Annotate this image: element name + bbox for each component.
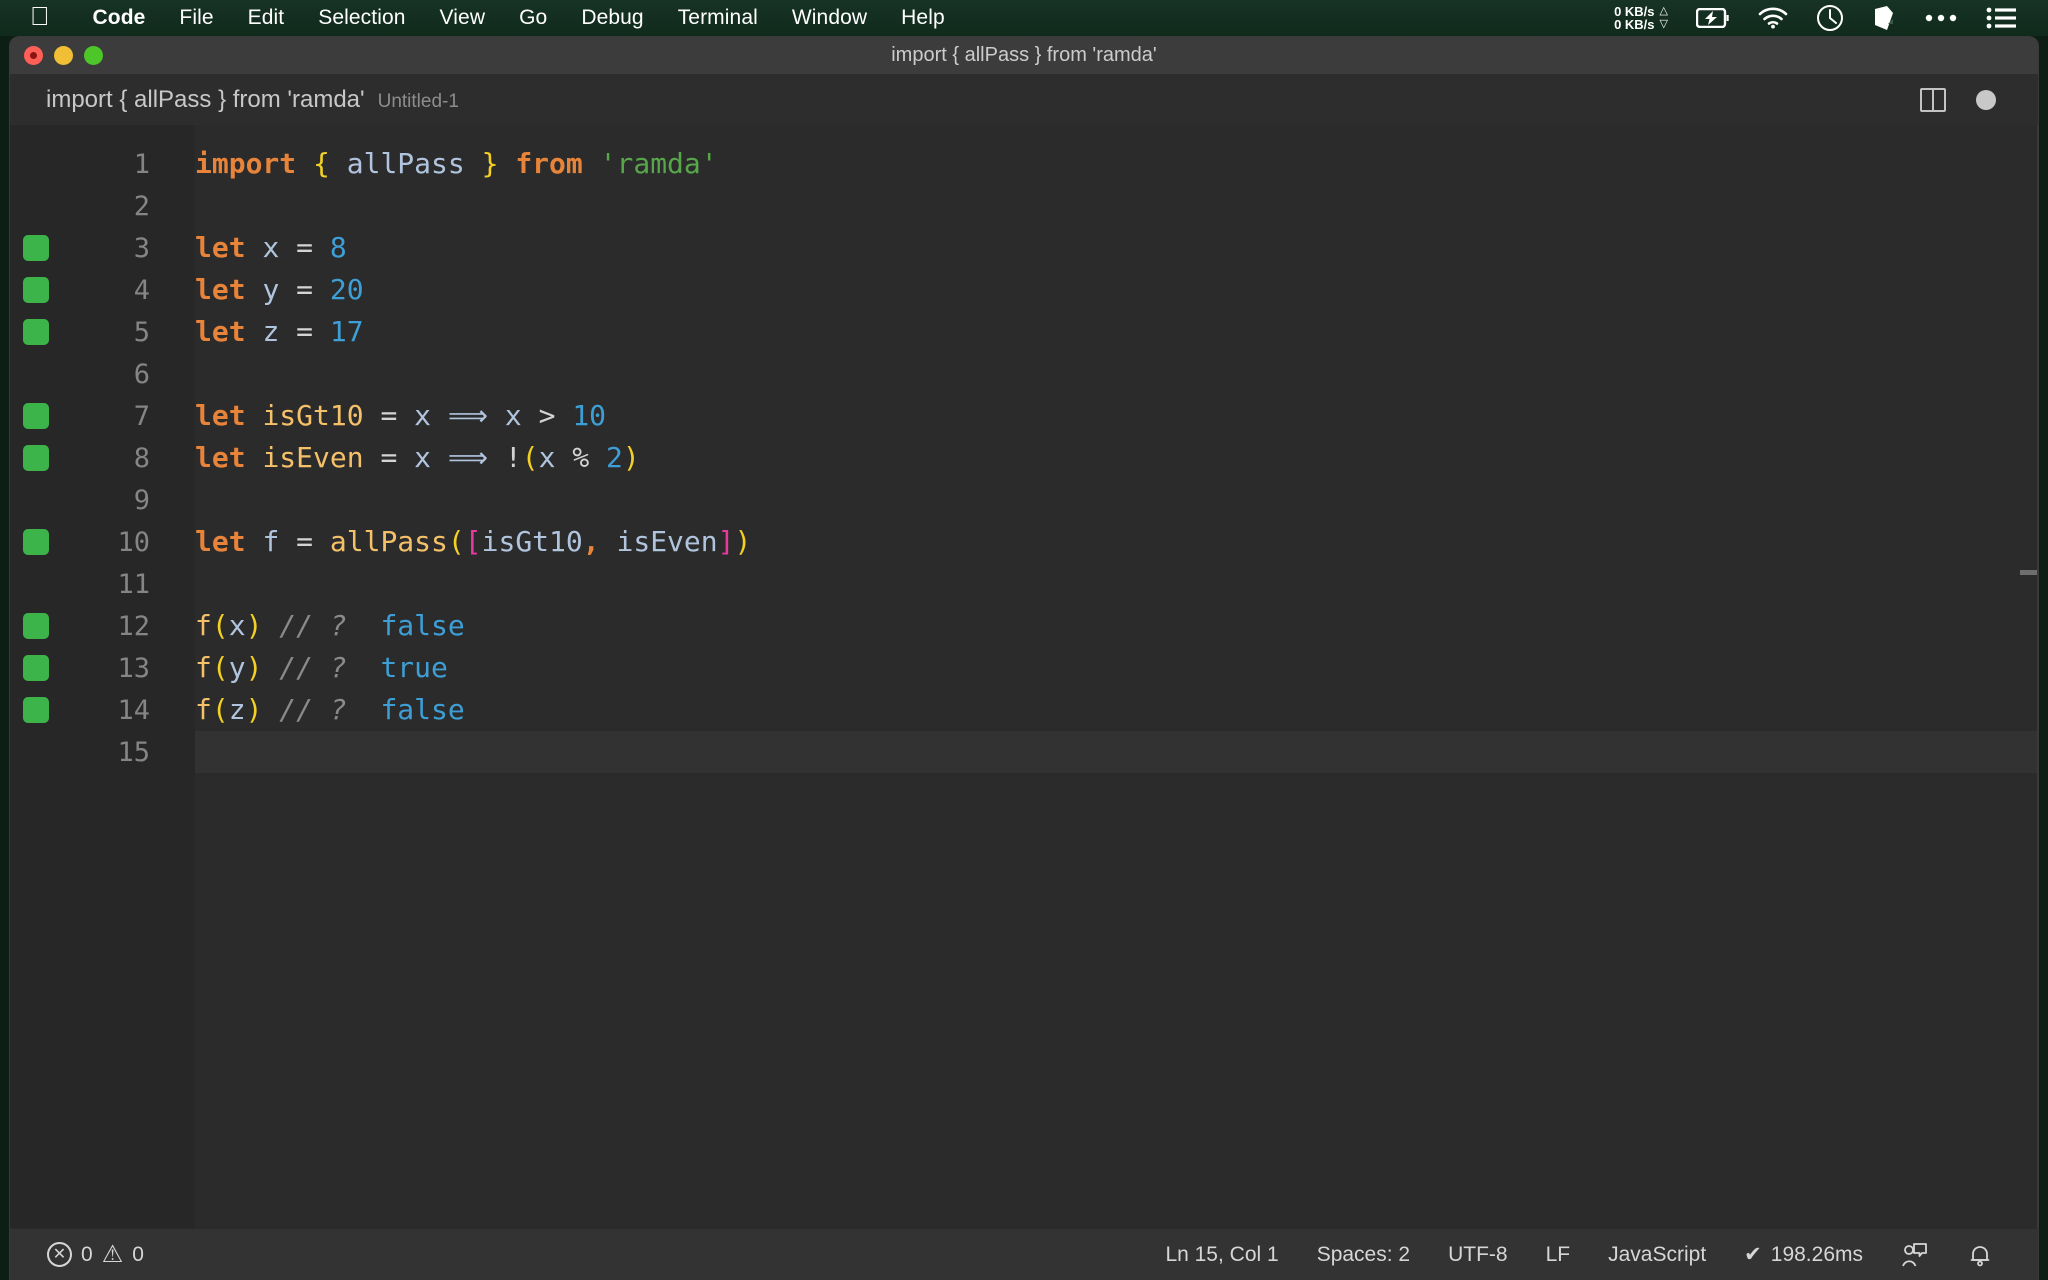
- line-number: 12: [117, 610, 150, 642]
- line-number: 2: [133, 190, 150, 222]
- menu-item-terminal[interactable]: Terminal: [661, 6, 775, 30]
- menu-item-help[interactable]: Help: [884, 6, 962, 30]
- battery-charging-icon[interactable]: [1682, 0, 1744, 36]
- line-number: 7: [133, 400, 150, 432]
- line-number: 8: [133, 442, 150, 474]
- code-line[interactable]: 2: [10, 185, 2038, 227]
- code-line[interactable]: 1 import { allPass } from 'ramda': [10, 143, 2038, 185]
- line-number: 10: [117, 526, 150, 558]
- quokka-check-icon: ✔: [1744, 1243, 1762, 1266]
- line-content: [195, 731, 2038, 773]
- line-content: let isGt10 = x ⟹ x > 10: [195, 399, 607, 432]
- cursor-position[interactable]: Ln 15, Col 1: [1146, 1243, 1297, 1267]
- status-bar: ✕ 0 ⚠ 0 Ln 15, Col 1 Spaces: 2 UTF-8 LF …: [10, 1228, 2038, 1280]
- control-center-list-icon[interactable]: [1972, 0, 2030, 36]
- code-line[interactable]: 3 let x = 8: [10, 227, 2038, 269]
- notifications-bell-icon[interactable]: [1948, 1242, 2012, 1268]
- clock-icon[interactable]: [1802, 0, 1858, 36]
- line-content: let z = 17: [195, 315, 364, 348]
- line-number: 6: [133, 358, 150, 390]
- quokka-runtime: 198.26ms: [1770, 1242, 1863, 1266]
- window-title: import { allPass } from 'ramda': [891, 44, 1157, 66]
- line-number: 9: [133, 484, 150, 516]
- code-line[interactable]: 7 let isGt10 = x ⟹ x > 10: [10, 395, 2038, 437]
- menu-item-debug[interactable]: Debug: [564, 6, 660, 30]
- error-circle-icon: ✕: [47, 1242, 72, 1267]
- code-editor[interactable]: 1 import { allPass } from 'ramda' 2 3 let x …: [10, 125, 2038, 1228]
- code-line[interactable]: 6: [10, 353, 2038, 395]
- line-content: let x = 8: [195, 231, 347, 264]
- code-line[interactable]: 13 f(y) // ? true: [10, 647, 2038, 689]
- ellipsis-icon[interactable]: [1910, 0, 1972, 36]
- vertical-scrollbar[interactable]: [2020, 125, 2038, 1228]
- indentation-setting[interactable]: Spaces: 2: [1298, 1243, 1429, 1267]
- line-number: 14: [117, 694, 150, 726]
- tab-sublabel: Untitled-1: [377, 91, 459, 112]
- editor-tab-untitled-1[interactable]: import { allPass } from 'ramda' Untitled…: [46, 86, 459, 114]
- vscode-window: import { allPass } from 'ramda' import {…: [9, 36, 2039, 1280]
- line-content: let f = allPass([isGt10, isEven]): [195, 525, 752, 558]
- tab-bar-actions: [1920, 88, 2038, 112]
- status-bar-right: Ln 15, Col 1 Spaces: 2 UTF-8 LF JavaScri…: [1146, 1242, 2038, 1268]
- apple-logo-icon[interactable]: : [30, 3, 50, 29]
- upload-arrow-icon: △: [1659, 5, 1668, 17]
- network-speed-indicator[interactable]: 0 KB/s 0 KB/s △ ▽: [1600, 0, 1682, 36]
- line-number: 15: [117, 736, 150, 768]
- code-line[interactable]: 12 f(x) // ? false: [10, 605, 2038, 647]
- menu-item-view[interactable]: View: [423, 6, 503, 30]
- warning-count: 0: [132, 1242, 144, 1266]
- line-content: f(z) // ? false: [195, 693, 465, 726]
- error-count: 0: [81, 1242, 93, 1266]
- line-content: import { allPass } from 'ramda': [195, 147, 718, 180]
- feedback-person-icon[interactable]: [1882, 1242, 1948, 1268]
- menu-item-edit[interactable]: Edit: [231, 6, 302, 30]
- warning-triangle-icon: ⚠: [101, 1240, 124, 1268]
- menu-item-file[interactable]: File: [162, 6, 230, 30]
- line-number: 4: [133, 274, 150, 306]
- line-number: 11: [117, 568, 150, 600]
- line-number: 5: [133, 316, 150, 348]
- code-line[interactable]: 15: [10, 731, 2038, 773]
- menu-item-code[interactable]: Code: [76, 6, 163, 30]
- code-line[interactable]: 8 let isEven = x ⟹ !(x % 2): [10, 437, 2038, 479]
- scrollbar-track: [2037, 125, 2038, 1228]
- line-number: 1: [133, 148, 150, 180]
- line-content: let y = 20: [195, 273, 364, 306]
- code-line[interactable]: 14 f(z) // ? false: [10, 689, 2038, 731]
- code-line[interactable]: 10 let f = allPass([isGt10, isEven]): [10, 521, 2038, 563]
- editor-tab-bar: import { allPass } from 'ramda' Untitled…: [10, 75, 2038, 125]
- eol-setting[interactable]: LF: [1527, 1243, 1590, 1267]
- split-editor-icon[interactable]: [1920, 88, 1946, 112]
- code-line[interactable]: 9: [10, 479, 2038, 521]
- quokka-status[interactable]: ✔ 198.26ms: [1725, 1242, 1882, 1267]
- line-content: f(y) // ? true: [195, 651, 448, 684]
- menu-item-window[interactable]: Window: [775, 6, 884, 30]
- code-line[interactable]: 4 let y = 20: [10, 269, 2038, 311]
- menu-bar-tray: 0 KB/s 0 KB/s △ ▽: [1600, 0, 2048, 36]
- unsaved-changes-dot[interactable]: [1976, 90, 1996, 110]
- line-number: 13: [117, 652, 150, 684]
- encoding-setting[interactable]: UTF-8: [1429, 1243, 1527, 1267]
- line-content: f(x) // ? false: [195, 609, 465, 642]
- network-download-speed: 0 KB/s: [1614, 17, 1655, 32]
- line-content: let isEven = x ⟹ !(x % 2): [195, 441, 640, 474]
- window-title-bar: import { allPass } from 'ramda': [10, 37, 2038, 75]
- wifi-icon[interactable]: [1744, 0, 1802, 36]
- macos-menu-bar:  Code File Edit Selection View Go Debug…: [0, 0, 2048, 36]
- code-line[interactable]: 11: [10, 563, 2038, 605]
- tab-label: import { allPass } from 'ramda': [46, 86, 365, 113]
- line-number: 3: [133, 232, 150, 264]
- code-lines-container: 1 import { allPass } from 'ramda' 2 3 let x …: [10, 143, 2038, 773]
- language-mode[interactable]: JavaScript: [1589, 1243, 1725, 1267]
- dropbox-icon[interactable]: [1858, 0, 1910, 36]
- download-arrow-icon: ▽: [1659, 18, 1668, 30]
- code-line[interactable]: 5 let z = 17: [10, 311, 2038, 353]
- menu-item-selection[interactable]: Selection: [301, 6, 422, 30]
- scrollbar-thumb[interactable]: [2020, 570, 2037, 575]
- menu-item-go[interactable]: Go: [502, 6, 564, 30]
- problems-indicator[interactable]: ✕ 0 ⚠ 0: [28, 1242, 163, 1267]
- status-bar-left: ✕ 0 ⚠ 0: [28, 1242, 163, 1267]
